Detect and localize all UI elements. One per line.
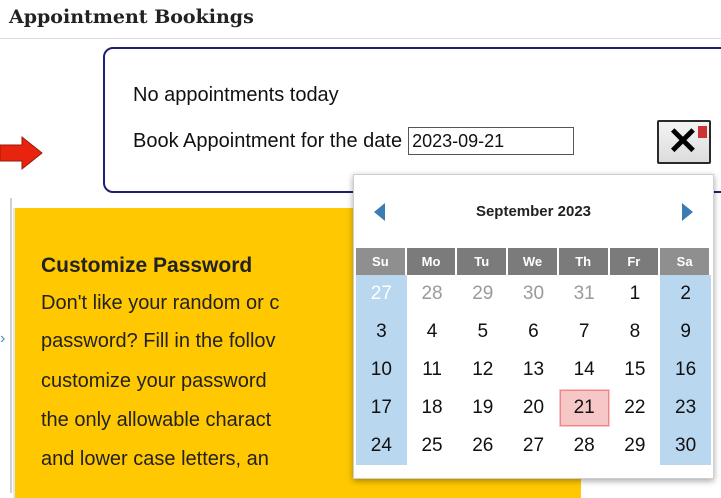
calendar-day[interactable]: 29	[457, 275, 508, 313]
red-arrow-icon	[0, 135, 43, 171]
weekday-header: Tu	[457, 248, 509, 275]
calendar-day[interactable]: 30	[508, 275, 559, 313]
calendar-day[interactable]: 12	[457, 351, 508, 389]
calendar-day[interactable]: 26	[457, 427, 508, 465]
book-appointment-label: Book Appointment for the date	[133, 129, 403, 152]
calendar-day[interactable]: 31	[559, 275, 610, 313]
calendar-day[interactable]: 16	[660, 351, 711, 389]
calendar-day[interactable]: 27	[356, 275, 407, 313]
calendar-day[interactable]: 28	[407, 275, 458, 313]
calendar-day[interactable]: 2	[660, 275, 711, 313]
next-month-icon[interactable]	[682, 203, 693, 221]
calendar-grid: Su Mo Tu We Th Fr Sa 27 28 29 30 31 1 2 3 4 5 6 7 8 9…	[356, 248, 711, 465]
calendar-week-row: 10 11 12 13 14 15 16	[356, 351, 711, 389]
datepicker-popup: September 2023 Su Mo Tu We Th Fr Sa 27 28…	[353, 174, 714, 479]
password-text-line: password? Fill in the follov	[41, 330, 276, 352]
calendar-day[interactable]: 15	[610, 351, 661, 389]
password-text-line: customize your password	[41, 370, 267, 392]
calendar-day[interactable]: 23	[660, 389, 711, 427]
close-icon: ✕	[667, 121, 699, 163]
calendar-day[interactable]: 27	[508, 427, 559, 465]
calendar-day[interactable]: 9	[660, 313, 711, 351]
calendar-day[interactable]: 24	[356, 427, 407, 465]
calendar-day[interactable]: 14	[559, 351, 610, 389]
calendar-day[interactable]: 18	[407, 389, 458, 427]
password-text-line: the only allowable charact	[41, 409, 272, 431]
calendar-week-row: 17 18 19 20 21 22 23	[356, 389, 711, 427]
datepicker-header: September 2023	[354, 175, 713, 247]
calendar-day[interactable]: 10	[356, 351, 407, 389]
calendar-day-selected[interactable]: 21	[558, 389, 610, 427]
calendar-day[interactable]: 29	[610, 427, 661, 465]
calendar-day[interactable]: 25	[407, 427, 458, 465]
weekday-header: Th	[558, 248, 610, 275]
heading-divider	[0, 38, 721, 39]
book-appointment-row: Book Appointment for the date	[133, 127, 575, 155]
calendar-day[interactable]: 13	[508, 351, 559, 389]
calendar-day[interactable]: 28	[559, 427, 610, 465]
calendar-day[interactable]: 1	[610, 275, 661, 313]
calendar-day[interactable]: 7	[559, 313, 610, 351]
calendar-toggle-button[interactable]: ✕	[657, 120, 711, 164]
calendar-day[interactable]: 19	[457, 389, 508, 427]
appointment-panel	[103, 47, 721, 193]
calendar-day[interactable]: 30	[660, 427, 711, 465]
page-heading: Appointment Bookings	[9, 6, 254, 28]
datepicker-month-label: September 2023	[475, 203, 592, 220]
weekday-header: We	[508, 248, 559, 275]
weekday-header: Mo	[406, 248, 458, 275]
calendar-day[interactable]: 5	[457, 313, 508, 351]
password-text-line: Don't like your random or c	[41, 292, 280, 314]
customize-password-title: Customize Password	[41, 254, 253, 277]
calendar-week-row: 27 28 29 30 31 1 2	[356, 275, 711, 313]
weekday-header: Su	[356, 248, 407, 275]
weekday-header: Sa	[660, 248, 711, 275]
calendar-day[interactable]: 11	[407, 351, 458, 389]
appointment-status: No appointments today	[133, 84, 339, 106]
calendar-week-row: 3456789	[356, 313, 711, 351]
left-divider	[10, 198, 12, 493]
calendar-day[interactable]: 3	[356, 313, 407, 351]
chevron-right-icon: ›	[0, 330, 6, 347]
password-text-line: and lower case letters, an	[41, 448, 269, 470]
calendar-day[interactable]: 22	[610, 389, 661, 427]
calendar-badge-icon	[698, 126, 707, 138]
appointment-date-input[interactable]	[408, 127, 575, 155]
calendar-week-row: 24 25 26 27 28 29 30	[356, 427, 711, 465]
calendar-day[interactable]: 4	[407, 313, 458, 351]
calendar-day[interactable]: 17	[356, 389, 407, 427]
calendar-day[interactable]: 8	[610, 313, 661, 351]
calendar-day[interactable]: 6	[508, 313, 559, 351]
weekday-header: Fr	[609, 248, 661, 275]
calendar-day[interactable]: 20	[508, 389, 559, 427]
